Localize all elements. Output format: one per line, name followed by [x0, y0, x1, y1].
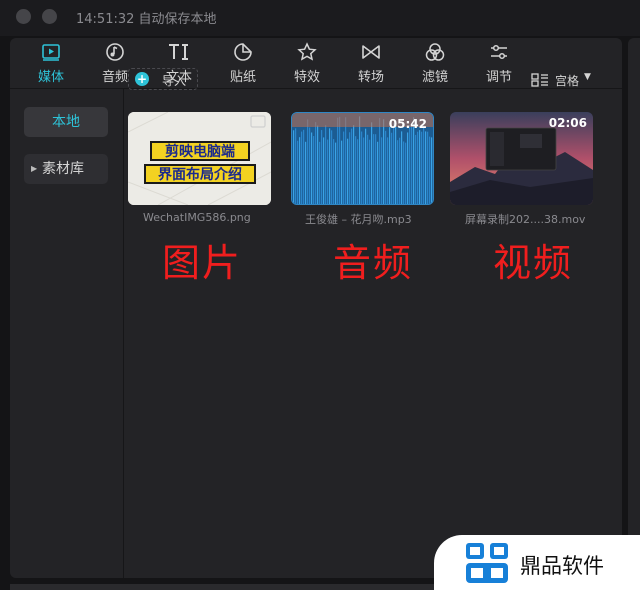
- star-effects-icon: [282, 42, 332, 66]
- tab-label: 调节: [485, 70, 512, 85]
- duration-badge: 05:42: [388, 117, 427, 131]
- tab-label: 贴纸: [229, 70, 256, 85]
- text-ti-icon: [154, 42, 204, 66]
- tab-label: 特效: [293, 70, 320, 85]
- media-play-icon: [26, 42, 76, 66]
- sliders-adjust-icon: [474, 42, 524, 66]
- tab-effects[interactable]: 特效: [282, 38, 332, 88]
- tab-media[interactable]: 媒体: [26, 38, 76, 88]
- annotation-video: 视频: [493, 241, 574, 285]
- annotation-audio: 音频: [333, 241, 414, 285]
- image-thumbnail: 剪映电脑端 界面布局介绍: [128, 112, 271, 205]
- tab-filter[interactable]: 滤镜: [410, 38, 460, 88]
- thumb-text-line1: 剪映电脑端: [165, 143, 235, 160]
- brand-logo-icon: [466, 543, 508, 583]
- media-card-audio[interactable]: 05:42: [291, 112, 434, 205]
- sidebar: 本地 ▶ 素材库: [10, 89, 124, 578]
- sidebar-item-label: 素材库: [42, 161, 84, 177]
- sticker-icon: [218, 42, 268, 66]
- autosave-status: 14:51:32 自动保存本地: [76, 12, 217, 27]
- import-label: 导入: [162, 74, 187, 88]
- bowtie-transition-icon: [346, 42, 396, 66]
- tab-label: 转场: [357, 70, 384, 85]
- window-minimize-button[interactable]: [42, 9, 57, 24]
- brand-text: 鼎品软件: [520, 554, 604, 578]
- tab-label: 滤镜: [421, 70, 448, 85]
- side-panel-edge: [628, 38, 640, 578]
- media-card-video[interactable]: 02:06: [450, 112, 593, 205]
- brand-watermark: 鼎品软件: [434, 535, 640, 590]
- view-mode-label: 宫格: [555, 74, 580, 88]
- caret-down-icon: ▼: [584, 72, 591, 82]
- window-close-button[interactable]: [16, 9, 31, 24]
- grid-view-icon: [531, 73, 548, 87]
- tab-label: 媒体: [37, 70, 64, 85]
- media-filename: 王俊雄 – 花月吻.mp3: [305, 213, 412, 226]
- sidebar-item-library[interactable]: ▶ 素材库: [24, 154, 108, 184]
- tab-transition[interactable]: 转场: [346, 38, 396, 88]
- music-note-icon: [90, 42, 140, 66]
- media-card-image[interactable]: 剪映电脑端 界面布局介绍: [128, 112, 271, 205]
- filter-circles-icon: [410, 42, 460, 66]
- plus-icon: +: [135, 72, 149, 86]
- caret-right-icon: ▶: [31, 164, 38, 173]
- media-filename: 屏幕录制202....38.mov: [465, 213, 586, 226]
- tab-adjust[interactable]: 调节: [474, 38, 524, 88]
- media-filename: WechatIMG586.png: [143, 211, 251, 224]
- thumb-text-line2: 界面布局介绍: [158, 166, 242, 183]
- import-button[interactable]: + 导入: [128, 68, 198, 90]
- title-bar: 14:51:32 自动保存本地: [0, 0, 640, 36]
- tab-sticker[interactable]: 贴纸: [218, 38, 268, 88]
- sidebar-item-local[interactable]: 本地: [24, 107, 108, 137]
- annotation-image: 图片: [162, 241, 243, 285]
- duration-badge: 02:06: [548, 116, 587, 130]
